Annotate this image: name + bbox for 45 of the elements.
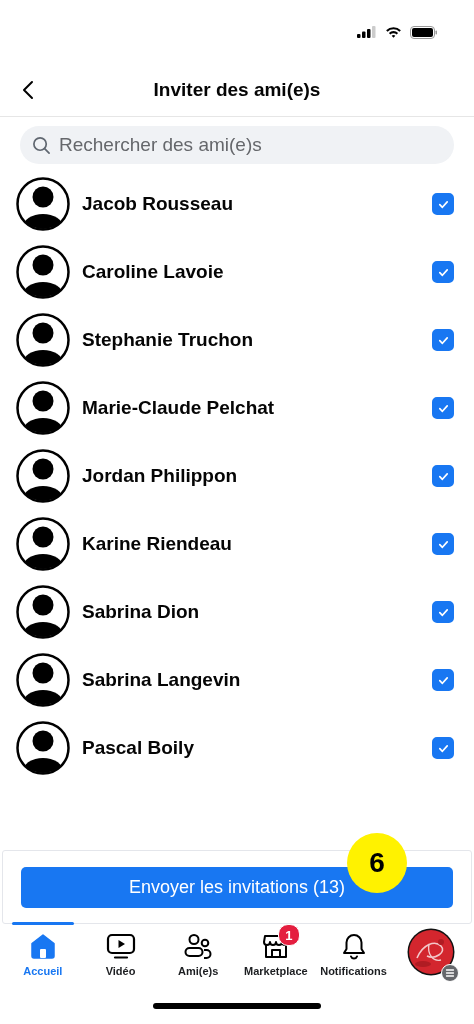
avatar-icon bbox=[16, 517, 70, 571]
avatar-icon bbox=[16, 653, 70, 707]
friend-name: Jordan Philippon bbox=[82, 465, 239, 487]
wifi-icon bbox=[385, 26, 402, 38]
friend-name: Stephanie Truchon bbox=[82, 329, 255, 351]
checkbox[interactable] bbox=[432, 465, 454, 487]
avatar-icon bbox=[16, 313, 70, 367]
page-title: Inviter des ami(e)s bbox=[153, 79, 321, 101]
avatar-icon bbox=[16, 585, 70, 639]
video-icon bbox=[105, 932, 136, 960]
avatar-icon bbox=[16, 177, 70, 231]
step-number-badge: 6 bbox=[347, 833, 407, 893]
avatar-icon bbox=[16, 449, 70, 503]
checkbox[interactable] bbox=[432, 329, 454, 351]
avatar-icon bbox=[16, 721, 70, 775]
tab[interactable]: Accueil bbox=[4, 924, 82, 988]
friend-name: Sabrina Dion bbox=[82, 601, 201, 623]
friend-name: Marie-Claude Pelchat bbox=[82, 397, 276, 419]
tab[interactable]: Notifications bbox=[314, 924, 393, 988]
tab[interactable]: 1 Marketplace bbox=[237, 924, 315, 988]
friend-name: Karine Riendeau bbox=[82, 533, 233, 555]
checkbox[interactable] bbox=[432, 533, 454, 555]
notification-badge: 1 bbox=[277, 924, 300, 946]
checkbox[interactable] bbox=[432, 737, 454, 759]
people-icon bbox=[183, 932, 214, 960]
friend-name: Sabrina Langevin bbox=[82, 669, 242, 691]
friend-name: Pascal Boily bbox=[82, 737, 195, 759]
friend-name: Jacob Rousseau bbox=[82, 193, 234, 215]
checkbox[interactable] bbox=[432, 261, 454, 283]
avatar-icon bbox=[16, 245, 70, 299]
checkbox[interactable] bbox=[432, 669, 454, 691]
search-field[interactable]: Rechercher des ami(e)s bbox=[20, 126, 454, 164]
search-icon bbox=[32, 136, 51, 155]
friend-name: Caroline Lavoie bbox=[82, 261, 225, 283]
checkbox[interactable] bbox=[432, 397, 454, 419]
home-icon bbox=[28, 932, 57, 960]
tab[interactable]: Ami(e)s bbox=[159, 924, 237, 988]
battery-icon bbox=[410, 25, 438, 39]
checkbox[interactable] bbox=[432, 193, 454, 215]
avatar-icon bbox=[16, 381, 70, 435]
shop-icon bbox=[261, 932, 290, 960]
menu-icon[interactable] bbox=[441, 964, 460, 982]
checkbox[interactable] bbox=[432, 601, 454, 623]
signal-icon bbox=[357, 26, 377, 38]
tab[interactable]: Vidéo bbox=[81, 924, 160, 988]
